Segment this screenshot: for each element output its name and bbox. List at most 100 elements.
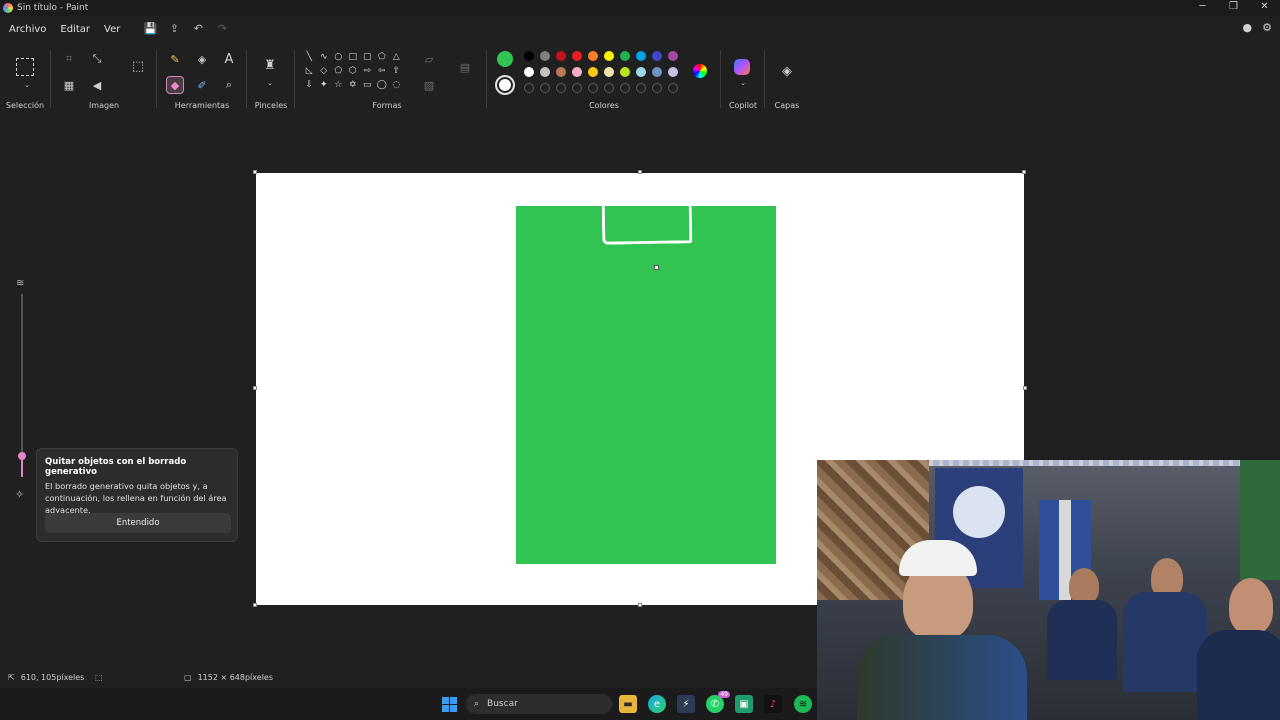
callout-rect-shape-icon[interactable]: ▭ [360, 78, 375, 92]
custom-color-slot[interactable] [636, 83, 646, 93]
custom-color-slot[interactable] [540, 83, 550, 93]
brush-size-slider[interactable]: ≋ ✧ [12, 272, 32, 502]
color-swatch[interactable] [668, 51, 678, 61]
secondary-color[interactable] [495, 75, 515, 95]
color-swatch[interactable] [604, 51, 614, 61]
color-swatch[interactable] [604, 67, 614, 77]
polygon-shape-icon[interactable]: ⬠ [375, 50, 390, 64]
color-swatch[interactable] [652, 51, 662, 61]
fill-bucket-icon[interactable]: ◈ [193, 50, 211, 68]
primary-color[interactable] [497, 51, 513, 67]
settings-gear-icon[interactable]: ⚙ [1262, 21, 1272, 34]
color-swatch[interactable] [636, 67, 646, 77]
undo-icon[interactable]: ↶ [191, 22, 205, 36]
arrow-left-shape-icon[interactable]: ⇦ [375, 64, 390, 78]
account-icon[interactable]: ● [1243, 21, 1253, 34]
custom-color-slot[interactable] [668, 83, 678, 93]
resize-handle[interactable] [253, 170, 257, 174]
generative-erase-icon[interactable]: ✧ [15, 488, 24, 501]
color-swatch[interactable] [524, 67, 534, 77]
chevron-down-icon[interactable]: ⌄ [734, 74, 752, 92]
color-swatch[interactable] [620, 67, 630, 77]
rounded-rect-shape-icon[interactable]: ▢ [360, 50, 375, 64]
color-swatch[interactable] [588, 51, 598, 61]
color-swatch[interactable] [636, 51, 646, 61]
menu-archivo[interactable]: Archivo [0, 24, 53, 35]
shape-style-icon[interactable]: ▤ [456, 58, 474, 76]
redo-icon[interactable]: ↷ [215, 22, 229, 36]
file-explorer-icon[interactable]: ▬ [619, 695, 637, 713]
color-swatch[interactable] [572, 67, 582, 77]
magnifier-icon[interactable]: ⌕ [220, 76, 238, 94]
resize-handle[interactable] [253, 603, 257, 607]
eraser-icon[interactable]: ◆ [166, 76, 184, 94]
chat-app-icon[interactable]: ▣ [735, 695, 753, 713]
fill-icon[interactable]: ▨ [420, 76, 438, 94]
hexagon-shape-icon[interactable]: ⬡ [346, 64, 361, 78]
star6-shape-icon[interactable]: ✡ [346, 78, 361, 92]
rectangle-shape-icon[interactable]: □ [346, 50, 361, 64]
color-picker-icon[interactable]: ✐ [193, 76, 211, 94]
color-swatch[interactable] [524, 51, 534, 61]
resize-handle[interactable] [638, 170, 642, 174]
share-icon[interactable]: ⇪ [167, 22, 181, 36]
copilot-icon[interactable] [734, 59, 750, 75]
selection-icon[interactable] [16, 58, 34, 76]
oval-shape-icon[interactable]: ○ [331, 50, 346, 64]
resize-handle[interactable] [253, 386, 257, 390]
color-swatch[interactable] [588, 67, 598, 77]
minimize-button[interactable]: ─ [1187, 0, 1218, 16]
chevron-down-icon[interactable]: ⌄ [18, 76, 36, 94]
close-button[interactable]: ✕ [1249, 0, 1280, 16]
resize-icon[interactable]: ⤡ [88, 50, 106, 68]
callout-cloud-shape-icon[interactable]: ◌ [389, 78, 404, 92]
chevron-down-icon[interactable]: ⌄ [261, 74, 279, 92]
pentagon-shape-icon[interactable]: ⬠ [331, 64, 346, 78]
edge-icon[interactable]: e [648, 695, 666, 713]
color-swatch[interactable] [620, 51, 630, 61]
layers-icon[interactable]: ◈ [778, 62, 796, 80]
arrow-down-shape-icon[interactable]: ⇩ [302, 78, 317, 92]
whatsapp-icon[interactable]: ✆ 49 [706, 691, 730, 713]
color-swatch[interactable] [572, 51, 582, 61]
diamond-shape-icon[interactable]: ◇ [317, 64, 332, 78]
custom-color-slot[interactable] [604, 83, 614, 93]
menu-ver[interactable]: Ver [97, 24, 127, 35]
edit-colors-icon[interactable] [693, 64, 707, 78]
color-swatch[interactable] [540, 51, 550, 61]
custom-color-slot[interactable] [620, 83, 630, 93]
star4-shape-icon[interactable]: ✦ [317, 78, 332, 92]
outline-icon[interactable]: ▱ [420, 50, 438, 68]
resize-handle[interactable] [638, 603, 642, 607]
menu-editar[interactable]: Editar [53, 24, 97, 35]
color-swatch[interactable] [556, 67, 566, 77]
color-swatch[interactable] [540, 67, 550, 77]
maximize-button[interactable]: ❐ [1218, 0, 1249, 16]
star5-shape-icon[interactable]: ☆ [331, 78, 346, 92]
color-swatch[interactable] [668, 67, 678, 77]
remove-background-icon[interactable]: ▦ [60, 76, 78, 94]
resize-handle[interactable] [1022, 170, 1026, 174]
brush-icon[interactable]: ♜ [261, 56, 279, 74]
right-triangle-shape-icon[interactable]: ◺ [302, 64, 317, 78]
arrow-right-shape-icon[interactable]: ⇨ [360, 64, 375, 78]
text-icon[interactable]: A [220, 50, 238, 68]
arrow-up-shape-icon[interactable]: ⇧ [389, 64, 404, 78]
spotify-icon[interactable]: ≋ [794, 695, 812, 713]
triangle-shape-icon[interactable]: △ [389, 50, 404, 64]
color-swatch[interactable] [652, 67, 662, 77]
color-swatch[interactable] [556, 51, 566, 61]
custom-color-slot[interactable] [524, 83, 534, 93]
pencil-icon[interactable]: ✎ [166, 50, 184, 68]
got-it-button[interactable]: Entendido [45, 513, 231, 533]
start-button[interactable] [440, 695, 458, 713]
save-icon[interactable]: 💾 [143, 22, 157, 36]
custom-color-slot[interactable] [556, 83, 566, 93]
rotate-icon[interactable]: ◀ [88, 76, 106, 94]
slider-thumb[interactable] [18, 452, 26, 460]
curve-shape-icon[interactable]: ∿ [317, 50, 332, 64]
custom-color-slot[interactable] [652, 83, 662, 93]
tiktok-icon[interactable]: ♪ [764, 695, 782, 713]
image-select-icon[interactable]: ⬚ [128, 56, 148, 76]
callout-oval-shape-icon[interactable]: ◯ [375, 78, 390, 92]
